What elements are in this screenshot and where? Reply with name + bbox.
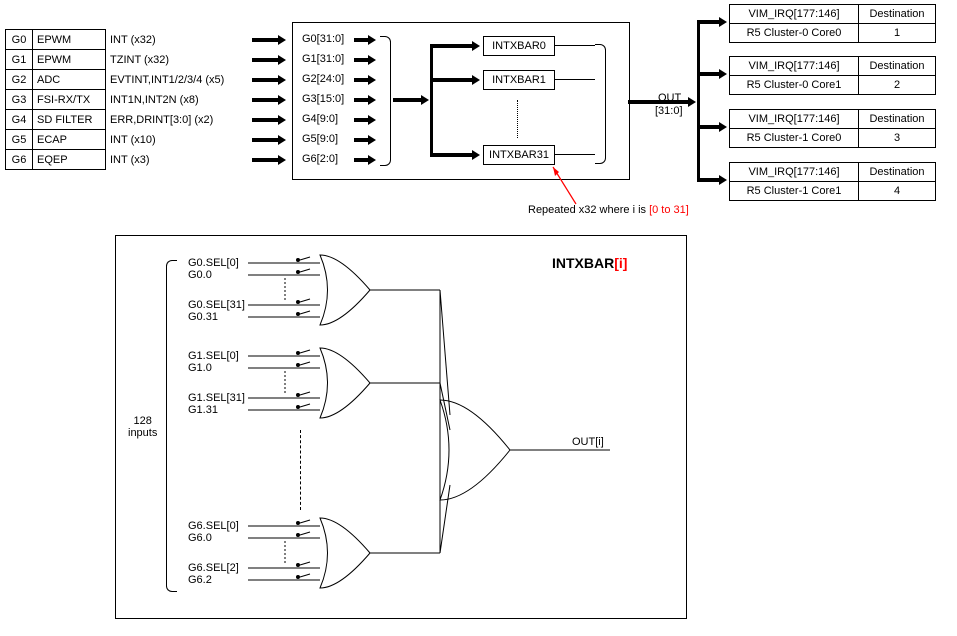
bits-label: G0[31:0] [302, 33, 344, 45]
arrow-icon [252, 158, 278, 162]
arrow-icon [354, 98, 368, 102]
arrow-icon [697, 20, 719, 24]
xbar-box: INTXBAR31 [483, 145, 555, 165]
arrow-icon [697, 125, 719, 129]
sel-label: G1.SEL[0] [188, 350, 239, 362]
bits-label: G1[31:0] [302, 53, 344, 65]
wire [555, 79, 595, 80]
inputs-count-label: 128inputs [128, 415, 157, 439]
wire [555, 45, 595, 46]
arrow-icon [628, 100, 688, 104]
fanout-line [697, 20, 700, 182]
sel-label: G6.SEL[2] [188, 562, 239, 574]
out-bits: [31:0] [655, 105, 683, 117]
sel-label: G0.31 [188, 311, 218, 323]
arrow-icon [430, 44, 472, 48]
sel-label: G1.0 [188, 362, 212, 374]
sel-label: G1.31 [188, 404, 218, 416]
dest-table: VIM_IRQ[177:146]Destination R5 Cluster-0… [729, 4, 936, 43]
xbar-box: INTXBAR0 [483, 36, 555, 56]
ellipsis-icon [517, 100, 518, 138]
dest-table: VIM_IRQ[177:146]Destination R5 Cluster-1… [729, 109, 936, 148]
arrow-icon [354, 118, 368, 122]
detail-title: INTXBAR[i] [552, 255, 627, 271]
arrow-icon [354, 38, 368, 42]
bits-label: G3[15:0] [302, 93, 344, 105]
arrow-icon [354, 138, 368, 142]
arrow-icon [354, 78, 368, 82]
ellipsis-icon [300, 430, 301, 510]
sel-label: G1.SEL[31] [188, 392, 245, 404]
arrow-icon [252, 78, 278, 82]
arrow-icon [697, 72, 719, 76]
arrow-icon [354, 158, 368, 162]
arrow-icon [697, 178, 719, 182]
dest-table: VIM_IRQ[177:146]Destination R5 Cluster-1… [729, 162, 936, 201]
out-i-label: OUT[i] [572, 436, 604, 448]
bits-label: G2[24:0] [302, 73, 344, 85]
dest-table: VIM_IRQ[177:146]Destination R5 Cluster-0… [729, 56, 936, 95]
repeat-text: Repeated x32 where i is [0 to 31] [528, 204, 689, 216]
sel-label: G0.SEL[31] [188, 299, 245, 311]
sel-label: G0.0 [188, 269, 212, 281]
arrow-icon [393, 98, 421, 102]
bits-label: G5[9:0] [302, 133, 338, 145]
arrow-icon [354, 58, 368, 62]
sel-label: G6.0 [188, 532, 212, 544]
xbar-box: INTXBAR1 [483, 70, 555, 90]
sel-label: G0.SEL[0] [188, 257, 239, 269]
groups-table: G0EPWMINT (x32) G1EPWMTZINT (x32) G2ADCE… [5, 29, 233, 170]
arrow-icon [430, 153, 472, 157]
arrow-icon [252, 138, 278, 142]
arrow-icon [430, 78, 472, 82]
fanout-line [430, 44, 433, 156]
arrow-icon [252, 98, 278, 102]
arrow-icon [252, 38, 278, 42]
wire [555, 154, 595, 155]
bits-label: G6[2:0] [302, 153, 338, 165]
brace-icon [166, 260, 177, 592]
bits-label: G4[9:0] [302, 113, 338, 125]
arrow-icon [252, 58, 278, 62]
arrow-icon [252, 118, 278, 122]
sel-label: G6.SEL[0] [188, 520, 239, 532]
brace-icon [380, 36, 391, 166]
sel-label: G6.2 [188, 574, 212, 586]
brace-icon [595, 44, 606, 164]
